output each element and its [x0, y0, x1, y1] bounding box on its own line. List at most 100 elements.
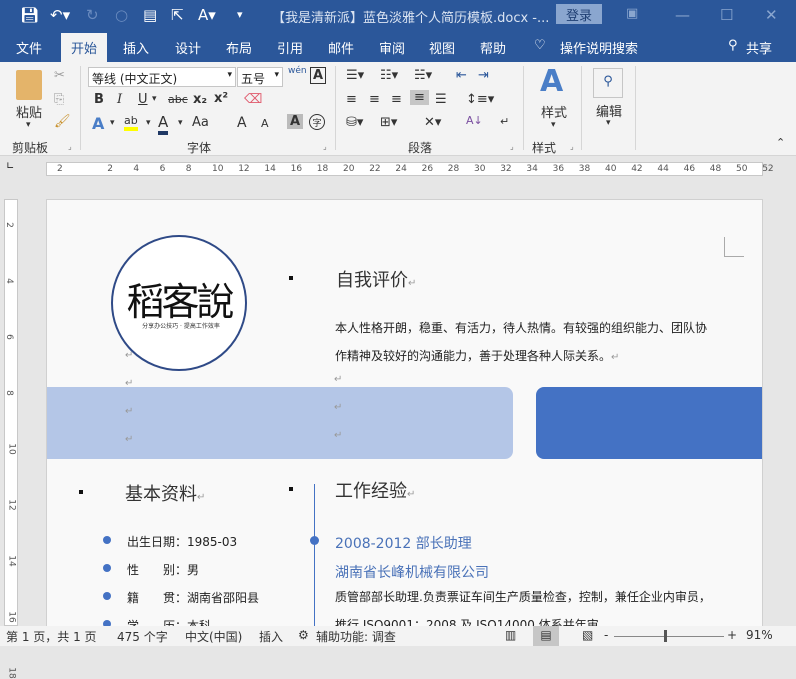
minimize-button[interactable]: — — [675, 6, 690, 24]
lightbulb-icon: ♡ — [534, 38, 546, 53]
login-button[interactable]: 登录 — [556, 4, 602, 24]
justify-icon[interactable]: ≡ — [410, 90, 429, 105]
circle-icon[interactable]: ○ — [115, 6, 128, 24]
web-layout-icon[interactable]: ▧ — [582, 628, 593, 642]
zoom-slider-thumb[interactable] — [664, 630, 668, 642]
sort-icon[interactable]: A↓ — [466, 114, 483, 127]
ruler-tick-label: 2 — [107, 164, 113, 174]
format-painter-icon[interactable]: 🖌︎ — [54, 114, 71, 129]
clear-formatting-icon[interactable]: ⌫ — [244, 92, 262, 107]
save-icon[interactable]: 💾︎ — [20, 6, 39, 24]
cut-icon[interactable]: ✂ — [54, 68, 65, 83]
increase-indent-icon[interactable]: ⇥ — [478, 68, 489, 83]
close-button[interactable]: ✕ — [765, 6, 778, 24]
copy-icon[interactable]: ⎘ — [54, 92, 64, 107]
align-right-icon[interactable]: ≡ — [391, 92, 402, 107]
decrease-indent-icon[interactable]: ⇤ — [456, 68, 467, 83]
tab-references[interactable]: 引用 — [277, 38, 303, 57]
enclose-characters-icon[interactable]: 字 — [309, 114, 325, 130]
tab-home[interactable]: 开始 — [61, 33, 108, 62]
change-case-button[interactable]: Aa — [192, 115, 209, 130]
ruler-tick-label: 14 — [264, 164, 276, 174]
font-icon[interactable]: A▾ — [198, 6, 216, 24]
tab-review[interactable]: 审阅 — [379, 38, 405, 57]
self-eval-line2: 作精神及较好的沟通能力，善于处理各种人际关系。↵ — [335, 349, 620, 363]
pointer-icon[interactable]: ⇱ — [171, 6, 184, 24]
font-name-select[interactable]: 等线 (中文正文) ▾ — [88, 67, 236, 87]
dialog-launcher-icon[interactable]: ⌟ — [323, 142, 327, 151]
read-mode-icon[interactable]: ▥ — [505, 628, 516, 642]
tab-design[interactable]: 设计 — [175, 38, 201, 57]
tab-layout[interactable]: 布局 — [226, 38, 252, 57]
strikethrough-button[interactable]: abc — [168, 93, 188, 106]
phonetic-guide-icon[interactable]: wén — [288, 66, 307, 76]
tab-view[interactable]: 视图 — [429, 38, 455, 57]
zoom-slider[interactable] — [614, 636, 724, 637]
tab-mailings[interactable]: 邮件 — [328, 38, 354, 57]
word-count[interactable]: 475 个字 — [117, 628, 168, 645]
dialog-launcher-icon[interactable]: ⌟ — [510, 142, 514, 151]
dialog-launcher-icon[interactable]: ⌟ — [570, 142, 574, 151]
basic-info-item: 籍 贯：湖南省邵阳县 — [127, 591, 260, 605]
asian-layout-icon[interactable]: ✕▾ — [424, 115, 441, 130]
collapse-ribbon-icon[interactable]: ⌃ — [776, 136, 785, 149]
italic-button[interactable]: I — [117, 92, 122, 107]
bullets-icon[interactable]: ☰▾ — [346, 68, 364, 83]
borders-icon[interactable]: ⊞▾ — [380, 115, 397, 130]
align-left-icon[interactable]: ≡ — [346, 92, 357, 107]
share-button[interactable]: 共享 — [746, 38, 772, 57]
insert-mode[interactable]: 插入 — [259, 628, 283, 645]
undo-icon[interactable]: ↶▾ — [50, 6, 70, 24]
language[interactable]: 中文(中国) — [185, 628, 242, 645]
accessibility-status[interactable]: 辅助功能: 调查 — [316, 628, 396, 645]
font-size-select[interactable]: 五号 ▾ — [237, 67, 283, 87]
customize-icon[interactable]: ▾ — [237, 8, 243, 21]
paragraph-mark: ↵ — [125, 378, 134, 389]
numbering-icon[interactable]: ☷▾ — [380, 68, 398, 83]
tab-file[interactable]: 文件 — [16, 38, 42, 57]
zoom-out-button[interactable]: - — [604, 628, 608, 642]
underline-button[interactable]: U — [138, 92, 148, 107]
dialog-launcher-icon[interactable]: ⌟ — [68, 142, 72, 151]
multilevel-list-icon[interactable]: ☵▾ — [414, 68, 432, 83]
vruler-tick-label: 18 — [6, 667, 17, 679]
horizontal-ruler[interactable]: ∟ 2 2 4 6 8 10 12 14 16 18 20 22 24 26 28 30 32 34 36 38 40 4… — [0, 157, 796, 181]
character-border-icon[interactable]: A — [310, 67, 327, 84]
vruler-tick-label: 16 — [6, 611, 17, 623]
tell-me-search[interactable]: 操作说明搜索 — [560, 38, 638, 57]
shading-icon[interactable]: ⛁▾ — [346, 115, 363, 130]
ribbon-display-icon[interactable]: ▣ — [626, 6, 638, 21]
zoom-level[interactable]: 91% — [746, 628, 773, 642]
search-icon[interactable]: ⚲ — [593, 68, 623, 98]
styles-button[interactable]: 样式 — [541, 102, 567, 121]
superscript-button[interactable]: x² — [214, 91, 228, 106]
tab-insert[interactable]: 插入 — [123, 38, 149, 57]
vertical-ruler[interactable]: 2 4 6 8 10 12 14 16 18 — [4, 199, 18, 679]
highlight-icon[interactable]: ab — [124, 114, 138, 131]
distributed-icon[interactable]: ☰ — [435, 92, 447, 107]
character-shading-icon[interactable]: A — [287, 114, 304, 129]
paste-button[interactable]: 粘贴 — [16, 102, 42, 121]
touch-mode-icon[interactable]: ▤ — [143, 6, 157, 24]
page-count[interactable]: 第 1 页，共 1 页 — [6, 628, 97, 645]
print-layout-icon[interactable]: ▤ — [533, 626, 559, 646]
ruler-tick-label: 50 — [736, 164, 748, 174]
document-page[interactable]: 稻客說 分享办公技巧 · 提高工作效率 自我评价↵ 本人性格开朗，稳重、有活力，… — [46, 199, 763, 629]
tab-help[interactable]: 帮助 — [480, 38, 506, 57]
shrink-font-button[interactable]: A — [261, 117, 269, 130]
vertical-scrollbar[interactable] — [776, 181, 796, 626]
font-color-icon[interactable]: A — [158, 113, 169, 135]
grow-font-button[interactable]: A — [237, 115, 247, 131]
tab-selector-icon[interactable]: ∟ — [6, 161, 14, 172]
center-icon[interactable]: ≡ — [369, 92, 380, 107]
maximize-button[interactable]: ☐ — [720, 6, 733, 24]
redo-icon[interactable]: ↻ — [86, 6, 99, 24]
zoom-in-button[interactable]: + — [727, 628, 737, 642]
subscript-button[interactable]: x₂ — [193, 92, 207, 107]
line-spacing-icon[interactable]: ↕≡▾ — [466, 92, 494, 107]
paste-icon[interactable] — [16, 70, 42, 100]
show-marks-icon[interactable]: ↵ — [500, 115, 509, 128]
text-effects-icon[interactable]: A — [92, 114, 104, 133]
styles-icon[interactable]: A — [540, 64, 563, 99]
bold-button[interactable]: B — [94, 92, 104, 107]
